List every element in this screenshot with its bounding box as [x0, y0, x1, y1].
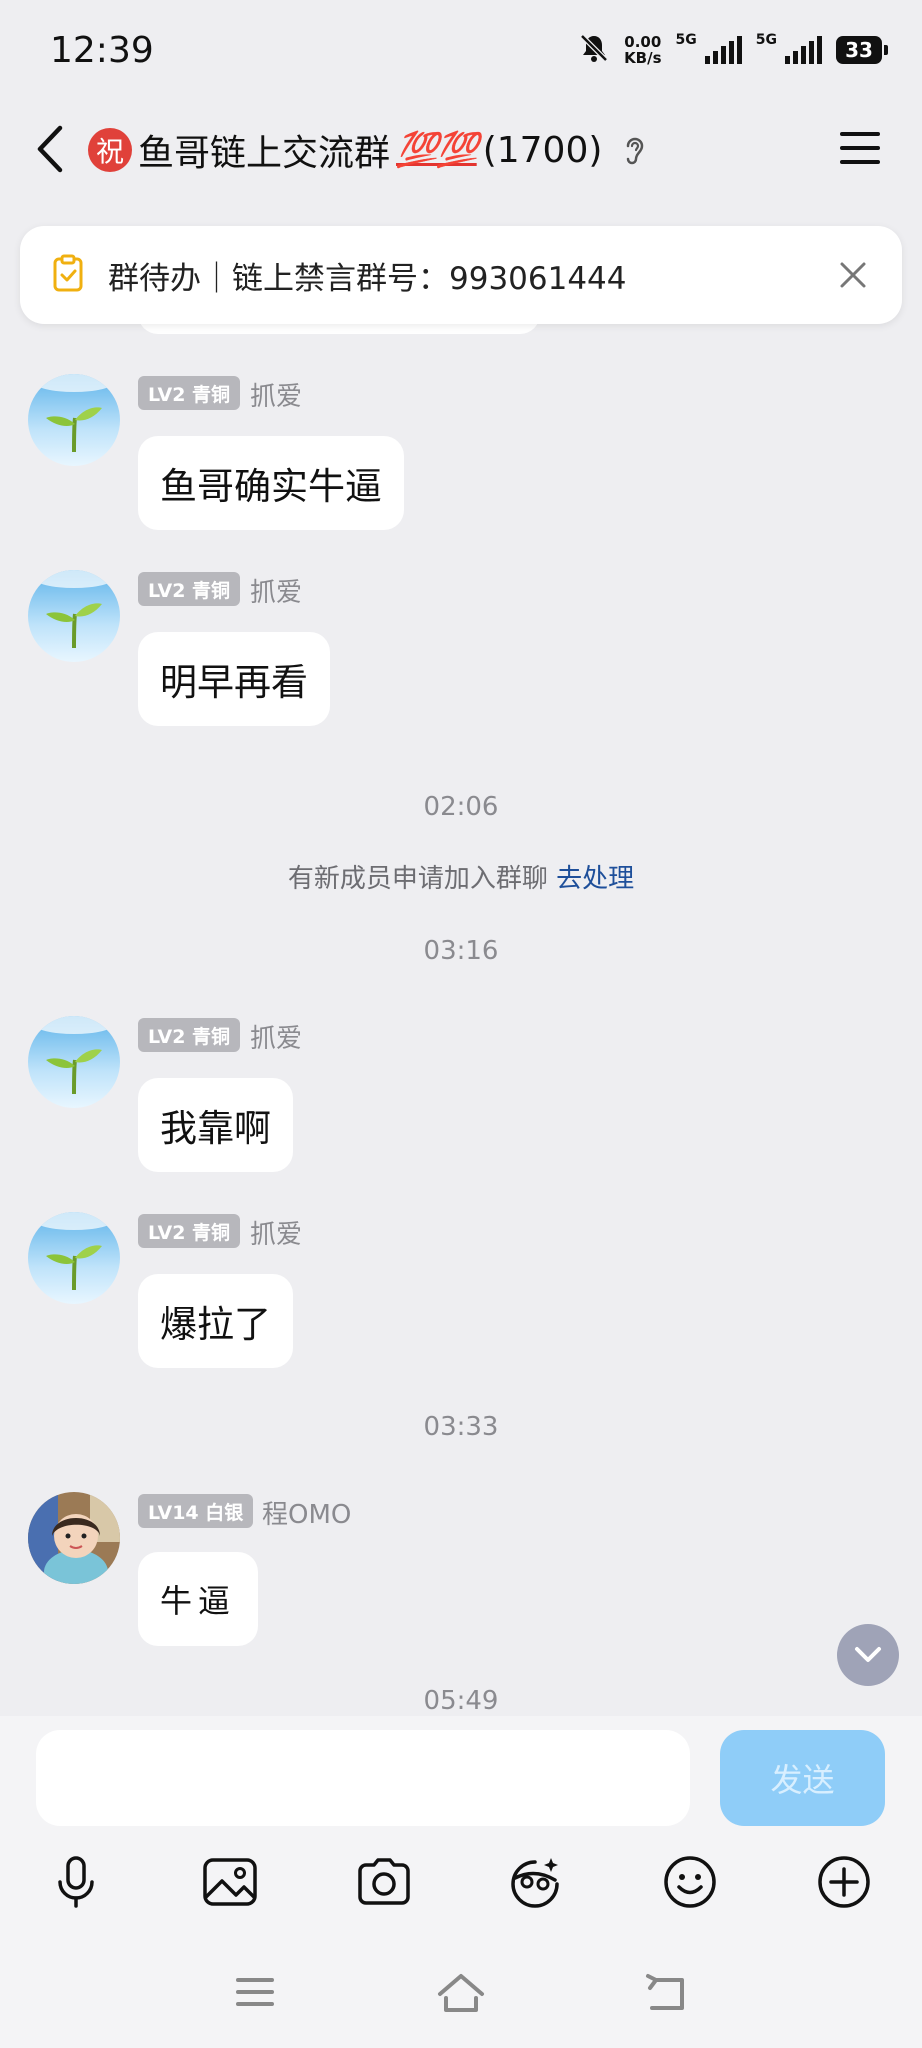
back-arrow-icon — [646, 1974, 684, 2010]
avatar[interactable] — [28, 1016, 120, 1108]
microphone-icon — [58, 1856, 94, 1908]
sender-name[interactable]: 程OMO — [262, 1494, 351, 1531]
image-button[interactable] — [200, 1852, 260, 1912]
emoji-button[interactable] — [660, 1852, 720, 1912]
sender-name[interactable]: 抓爱 — [250, 572, 302, 609]
chevron-down-icon — [855, 1647, 881, 1662]
menu-lines-icon — [236, 1978, 274, 2006]
voice-button[interactable] — [46, 1852, 106, 1912]
level-badge: LV14 白银 — [138, 1494, 254, 1528]
level-badge: LV2 青铜 — [138, 1214, 241, 1248]
network-speed: 0.00 KB/s — [624, 34, 661, 66]
timestamp: 03:33 — [423, 1412, 499, 1442]
system-notice: 有新成员申请加入群聊 去处理 — [0, 858, 922, 895]
timestamp: 05:49 — [423, 1686, 499, 1716]
battery-icon: 33 — [836, 36, 888, 64]
level-badge: LV2 青铜 — [138, 1018, 241, 1052]
chat-title[interactable]: 祝 鱼哥链上交流群 💯💯 (1700) — [88, 124, 648, 176]
network-type-2: 5G — [755, 32, 777, 48]
image-icon — [203, 1858, 257, 1906]
close-pinned-button[interactable] — [838, 260, 868, 294]
home-icon — [438, 1974, 484, 2012]
network-type-1: 5G — [675, 32, 697, 48]
message-bubble[interactable]: 鱼哥确实牛逼 — [138, 436, 404, 530]
sticker-icon — [511, 1858, 559, 1908]
status-time: 12:39 — [50, 30, 154, 71]
chevron-left-icon — [37, 125, 63, 173]
hamburger-menu-icon — [840, 132, 880, 164]
message-bubble[interactable]: 明早再看 — [138, 632, 330, 726]
timestamp: 02:06 — [423, 792, 499, 822]
member-count: (1700) — [482, 129, 603, 171]
recent-apps-button[interactable] — [234, 1972, 276, 2016]
celebration-badge: 祝 — [88, 128, 132, 172]
timestamp: 03:16 — [423, 936, 499, 966]
level-badge: LV2 青铜 — [138, 376, 241, 410]
pinned-todo-card[interactable]: 群待办｜链上禁言群号：993061444 — [20, 226, 902, 324]
message-bubble[interactable]: 爆拉了 — [138, 1274, 293, 1368]
camera-button[interactable] — [354, 1852, 414, 1912]
camera-icon — [358, 1858, 410, 1905]
message-bubble[interactable]: 我靠啊 — [138, 1078, 293, 1172]
level-badge: LV2 青铜 — [138, 572, 241, 606]
speed-value: 0.00 — [624, 33, 662, 51]
message-input[interactable] — [36, 1730, 690, 1826]
speed-unit: KB/s — [624, 49, 662, 67]
avatar[interactable] — [28, 1212, 120, 1304]
emoji-icon — [664, 1856, 716, 1908]
menu-button[interactable] — [838, 128, 882, 172]
sender-name[interactable]: 抓爱 — [250, 1018, 302, 1055]
avatar[interactable] — [28, 1492, 120, 1584]
back-nav-button[interactable] — [644, 1972, 688, 2018]
sticker-button[interactable] — [506, 1852, 566, 1912]
message-bubble[interactable]: 牛逼 — [138, 1552, 259, 1646]
handle-request-link[interactable]: 去处理 — [556, 864, 634, 894]
close-icon — [840, 262, 866, 288]
status-icons: 0.00 KB/s 5G 5G 33 — [578, 32, 888, 68]
ear-icon — [622, 132, 648, 168]
clipboard-check-icon — [52, 254, 84, 296]
home-button[interactable] — [436, 1972, 486, 2018]
plus-circle-icon — [818, 1856, 870, 1908]
signal-icon-2 — [785, 36, 822, 64]
pinned-todo-text: 群待办｜链上禁言群号：993061444 — [108, 260, 627, 297]
sender-name[interactable]: 抓爱 — [250, 1214, 302, 1251]
group-name: 鱼哥链上交流群 — [138, 133, 391, 174]
send-button[interactable]: 发送 — [720, 1730, 885, 1826]
sender-name[interactable]: 抓爱 — [250, 376, 302, 413]
avatar[interactable] — [28, 374, 120, 466]
signal-icon — [704, 36, 742, 64]
avatar[interactable] — [28, 570, 120, 662]
system-notice-text: 有新成员申请加入群聊 — [287, 864, 548, 894]
battery-level: 33 — [845, 38, 873, 62]
hundred-points-emoji: 💯💯 — [396, 130, 479, 170]
mute-bell-icon — [578, 32, 610, 68]
scroll-to-bottom-button[interactable] — [837, 1624, 899, 1686]
more-button[interactable] — [814, 1852, 874, 1912]
back-button[interactable] — [32, 122, 68, 180]
